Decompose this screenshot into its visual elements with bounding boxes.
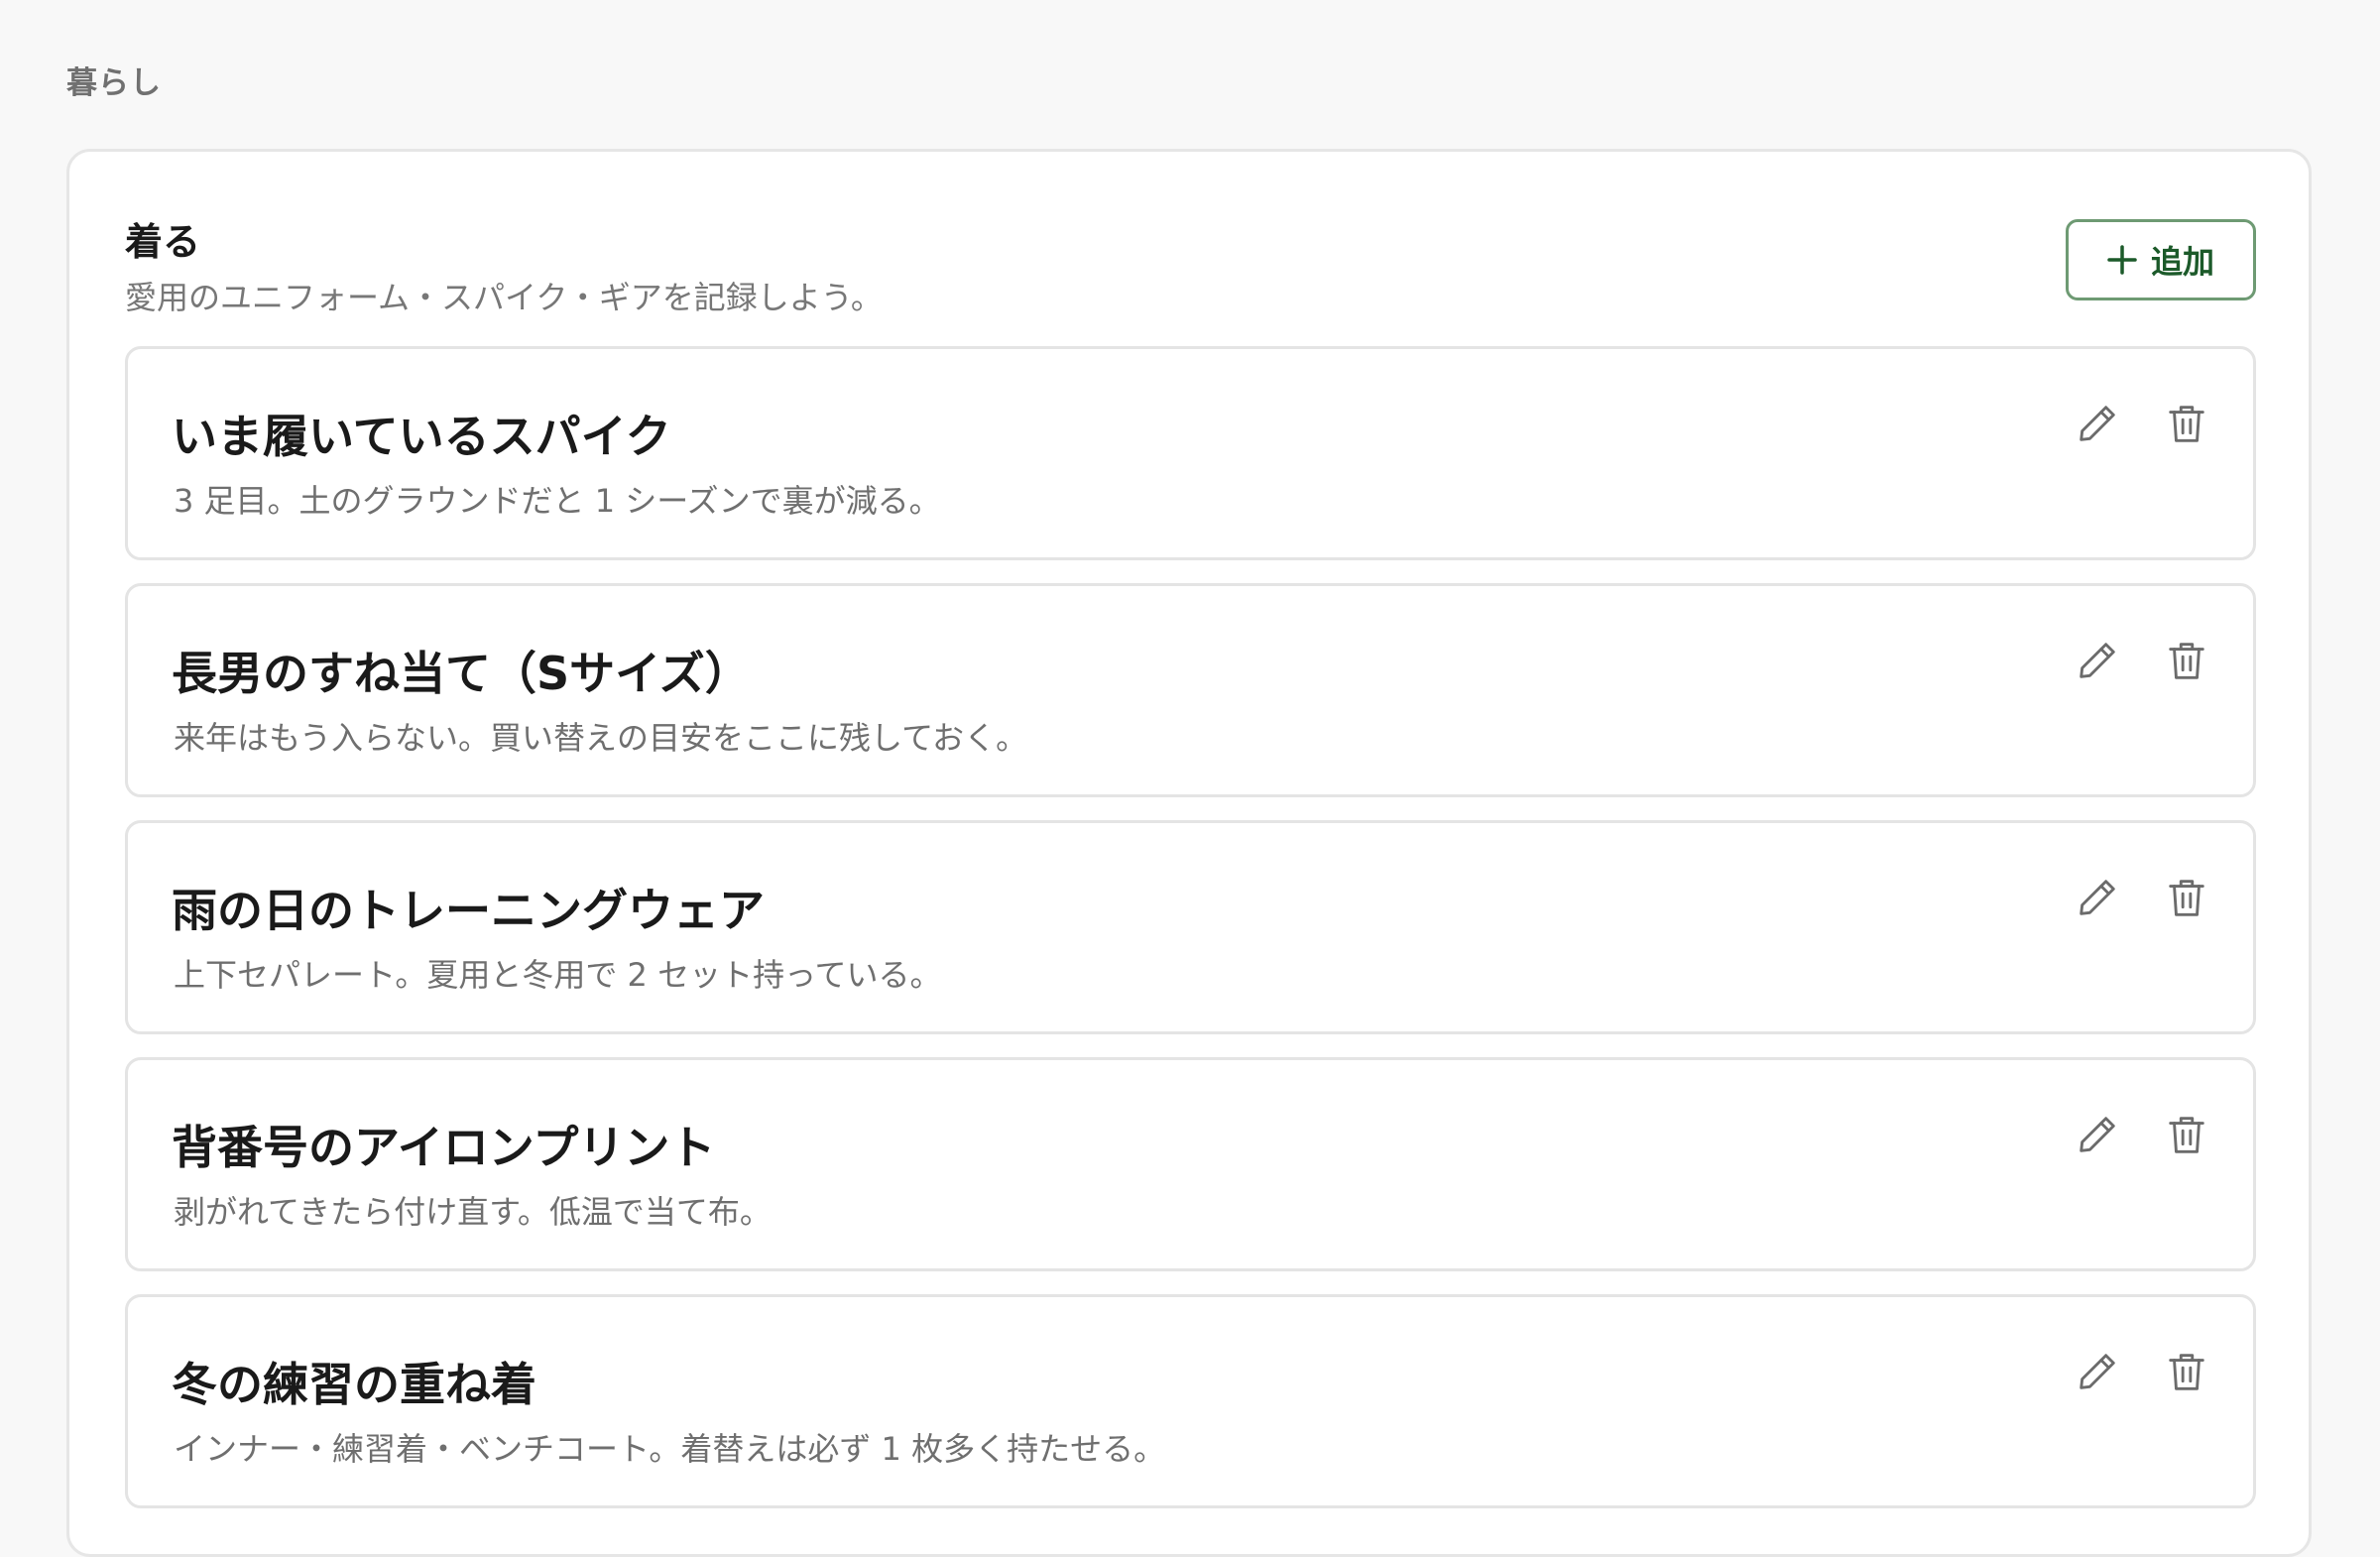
trash-icon xyxy=(2169,880,2204,916)
edit-button[interactable] xyxy=(2075,401,2120,446)
item-description: 来年はもう入らない。買い替えの目安をここに残しておく。 xyxy=(174,719,1028,757)
item-actions xyxy=(2075,1349,2209,1394)
item-actions xyxy=(2075,875,2209,920)
edit-button[interactable] xyxy=(2075,638,2120,683)
trash-icon xyxy=(2169,643,2204,679)
pencil-icon xyxy=(2080,880,2115,915)
item-title: 冬の練習の重ね着 xyxy=(172,1358,536,1411)
item-title: いま履いているスパイク xyxy=(172,410,671,463)
pencil-icon xyxy=(2080,1354,2115,1389)
delete-button[interactable] xyxy=(2164,401,2209,446)
pencil-icon xyxy=(2080,643,2115,678)
section-subtitle: 愛用のユニフォーム・スパイク・ギアを記録しよう。 xyxy=(125,279,883,316)
item-actions xyxy=(2075,1112,2209,1157)
item-list: いま履いているスパイク 3 足目。土のグラウンドだと 1 シーズンで裏が減る。 xyxy=(125,346,2256,1531)
list-item: いま履いているスパイク 3 足目。土のグラウンドだと 1 シーズンで裏が減る。 xyxy=(125,346,2256,560)
list-item: 冬の練習の重ね着 インナー・練習着・ベンチコート。着替えは必ず 1 枚多く持たせ… xyxy=(125,1294,2256,1508)
section-panel: 着る 愛用のユニフォーム・スパイク・ギアを記録しよう。 追加 いま履いているスパ… xyxy=(66,149,2312,1557)
edit-button[interactable] xyxy=(2075,875,2120,920)
list-item: 背番号のアイロンプリント 剥がれてきたら付け直す。低温で当て布。 xyxy=(125,1057,2256,1271)
pencil-icon xyxy=(2080,406,2115,441)
item-description: 3 足目。土のグラウンドだと 1 シーズンで裏が減る。 xyxy=(174,482,941,520)
item-description: 剥がれてきたら付け直す。低温で当て布。 xyxy=(174,1193,772,1231)
delete-button[interactable] xyxy=(2164,1112,2209,1157)
item-description: 上下セパレート。夏用と冬用で 2 セット持っている。 xyxy=(174,956,942,994)
trash-icon xyxy=(2169,1354,2204,1390)
trash-icon xyxy=(2169,406,2204,442)
item-title: 背番号のアイロンプリント xyxy=(172,1121,716,1174)
edit-button[interactable] xyxy=(2075,1112,2120,1157)
list-item: 長男のすね当て（Sサイズ） 来年はもう入らない。買い替えの目安をここに残しておく… xyxy=(125,583,2256,797)
edit-button[interactable] xyxy=(2075,1349,2120,1394)
delete-button[interactable] xyxy=(2164,1349,2209,1394)
section-title: 着る xyxy=(125,220,201,264)
add-button[interactable]: 追加 xyxy=(2066,219,2256,300)
pencil-icon xyxy=(2080,1117,2115,1152)
item-title: 雨の日のトレーニングウェア xyxy=(172,884,765,937)
item-description: インナー・練習着・ベンチコート。着替えは必ず 1 枚多く持たせる。 xyxy=(174,1430,1166,1468)
item-actions xyxy=(2075,401,2209,446)
delete-button[interactable] xyxy=(2164,875,2209,920)
breadcrumb: 暮らし xyxy=(66,65,162,101)
plus-icon xyxy=(2107,245,2137,275)
item-title: 長男のすね当て（Sサイズ） xyxy=(172,647,751,700)
list-item: 雨の日のトレーニングウェア 上下セパレート。夏用と冬用で 2 セット持っている。 xyxy=(125,820,2256,1034)
trash-icon xyxy=(2169,1117,2204,1153)
delete-button[interactable] xyxy=(2164,638,2209,683)
item-actions xyxy=(2075,638,2209,683)
add-button-label: 追加 xyxy=(2150,243,2214,281)
